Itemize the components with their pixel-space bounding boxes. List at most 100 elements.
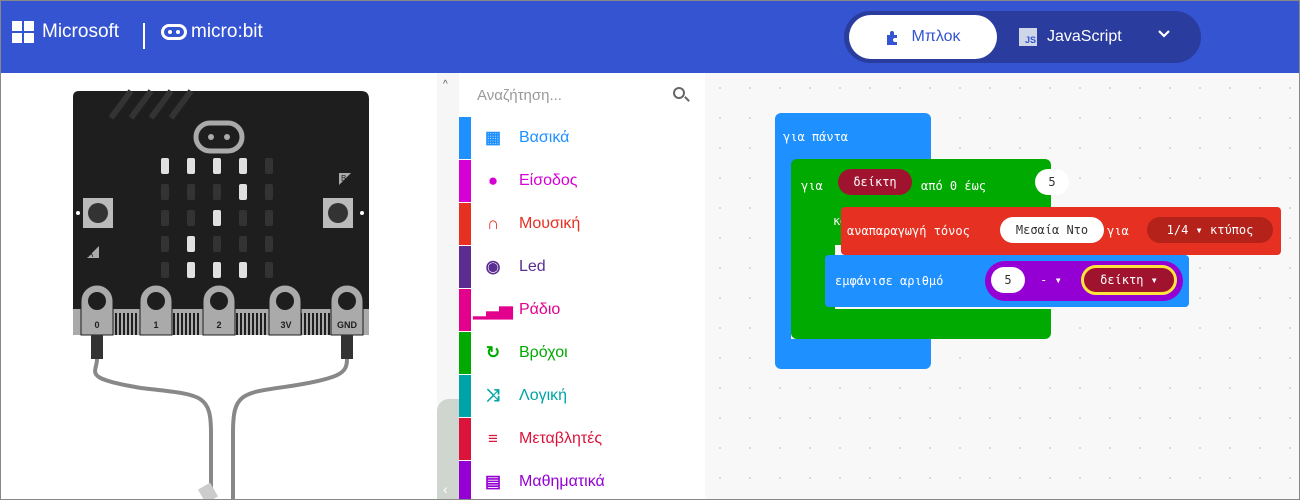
- category-5[interactable]: ↻ Βρόχοι: [459, 332, 705, 374]
- led-0-0: [161, 158, 169, 174]
- search-box[interactable]: Αναζήτηση...: [459, 73, 705, 117]
- forever-block-foot: [775, 339, 931, 369]
- category-color-bar: [459, 461, 471, 499]
- chevron-down-icon[interactable]: [1157, 27, 1171, 46]
- category-0[interactable]: ▦ Βασικά: [459, 117, 705, 159]
- category-color-bar: [459, 117, 471, 159]
- chevron-left-icon[interactable]: ‹: [443, 481, 448, 497]
- microsoft-label: Microsoft: [42, 21, 120, 42]
- category-3[interactable]: ◉ Led: [459, 246, 705, 288]
- led-1-4: [265, 184, 273, 200]
- led-0-4: [265, 158, 273, 174]
- loop-icon: ↻: [485, 343, 501, 362]
- microsoft-logo[interactable]: Microsoft: [12, 21, 119, 43]
- led-1-1: [187, 184, 195, 200]
- toolbox-scrollbar[interactable]: ^ ‹: [437, 73, 459, 499]
- category-color-bar: [459, 418, 471, 460]
- category-color-bar: [459, 332, 471, 374]
- for-loop-foot: [791, 309, 1051, 339]
- led-4-4: [265, 262, 273, 278]
- led-0-2: [213, 158, 221, 174]
- blocks-tab-button[interactable]: Μπλοκ: [849, 15, 997, 59]
- signal-icon: ▁▃▅: [473, 300, 513, 319]
- led-2-2: [213, 210, 221, 226]
- category-label: Βρόχοι: [519, 344, 568, 361]
- microbit-label: micro:bit: [191, 21, 263, 42]
- for-range-label: από 0 έως: [921, 179, 987, 193]
- blocks-workspace[interactable]: για πάντα για κάνε από 0 έως δείκτη 5 αν…: [705, 73, 1299, 499]
- pin-gnd-label: GND: [337, 320, 358, 330]
- category-label: Led: [519, 258, 546, 275]
- microbit-icon: [161, 24, 187, 40]
- javascript-tab-button[interactable]: JS JavaScript: [1019, 15, 1122, 59]
- for-keyword: για: [801, 179, 823, 193]
- for-beat-label: για: [1107, 224, 1129, 238]
- blocks-tab-label: Μπλοκ: [911, 28, 961, 45]
- led-2-1: [187, 210, 195, 226]
- led-3-2: [213, 236, 221, 252]
- alligator-clip-0[interactable]: [91, 335, 213, 500]
- led-4-2: [213, 262, 221, 278]
- editor-toggle: Μπλοκ JS JavaScript: [844, 11, 1201, 63]
- scroll-up-icon[interactable]: ^: [443, 79, 448, 90]
- led-3-3: [239, 236, 247, 252]
- variable-reporter-selected[interactable]: δείκτη ▾: [1081, 265, 1177, 295]
- category-label: Βασικά: [519, 129, 570, 146]
- category-label: Ράδιο: [519, 301, 561, 318]
- number-input[interactable]: 5: [991, 267, 1025, 293]
- category-7[interactable]: ≡ Μεταβλητές: [459, 418, 705, 460]
- beat-dropdown[interactable]: 1/4 ▾ κτύπος: [1147, 217, 1273, 243]
- alligator-clip-gnd[interactable]: [231, 335, 353, 500]
- category-label: Είσοδος: [519, 172, 578, 189]
- toggle-icon: ◉: [485, 257, 501, 276]
- search-input[interactable]: Αναζήτηση...: [477, 87, 562, 104]
- headphones-icon: ∩: [486, 214, 500, 233]
- category-4[interactable]: ▁▃▅ Ράδιο: [459, 289, 705, 331]
- loop-variable-pill[interactable]: δείκτη: [838, 169, 912, 195]
- header-divider: [143, 23, 145, 49]
- calculator-icon: ▤: [484, 472, 502, 491]
- category-label: Μεταβλητές: [519, 430, 603, 447]
- note-input[interactable]: Μεσαία Ντο: [1000, 217, 1104, 243]
- category-color-bar: [459, 289, 471, 331]
- led-3-4: [265, 236, 273, 252]
- microbit-logo[interactable]: micro:bit: [161, 21, 263, 43]
- led-4-1: [187, 262, 195, 278]
- category-2[interactable]: ∩ Μουσική: [459, 203, 705, 245]
- microbit-board[interactable]: A B 0 1 2 3V GND: [1, 73, 437, 500]
- pin-0-label: 0: [94, 320, 99, 330]
- category-8[interactable]: ▤ Μαθηματικά: [459, 461, 705, 499]
- led-2-4: [265, 210, 273, 226]
- pin-1-label: 1: [153, 320, 158, 330]
- led-2-0: [161, 210, 169, 226]
- search-icon[interactable]: [673, 87, 685, 99]
- list-icon: ≡: [488, 429, 498, 448]
- pin-2-label: 2: [216, 320, 221, 330]
- play-tone-label: αναπαραγωγή τόνος: [847, 224, 970, 238]
- pin-3v-label: 3V: [280, 320, 291, 330]
- category-color-bar: [459, 375, 471, 417]
- led-2-3: [239, 210, 247, 226]
- led-0-3: [239, 158, 247, 174]
- microsoft-grid-icon: [12, 21, 34, 43]
- button-b-label: B: [341, 174, 346, 183]
- forever-block-arm: [775, 175, 791, 353]
- loop-end-input[interactable]: 5: [1035, 169, 1069, 195]
- puzzle-icon: [887, 31, 898, 45]
- operator-dropdown[interactable]: - ▾: [1031, 267, 1071, 293]
- led-3-1: [187, 236, 195, 252]
- led-1-0: [161, 184, 169, 200]
- category-color-bar: [459, 160, 471, 202]
- category-6[interactable]: ⤨ Λογική: [459, 375, 705, 417]
- category-1[interactable]: ● Είσοδος: [459, 160, 705, 202]
- button-a-label: A: [88, 250, 94, 259]
- grid-icon: ▦: [484, 128, 502, 147]
- top-bar: Microsoft micro:bit Μπλοκ JS JavaScript: [1, 1, 1299, 73]
- category-color-bar: [459, 246, 471, 288]
- scrollbar-thumb[interactable]: ‹: [437, 399, 459, 499]
- category-label: Μαθηματικά: [519, 473, 605, 490]
- javascript-tab-label: JavaScript: [1047, 28, 1122, 45]
- makecode-editor: Microsoft micro:bit Μπλοκ JS JavaScript: [0, 0, 1300, 500]
- category-color-bar: [459, 203, 471, 245]
- javascript-icon: JS: [1019, 28, 1037, 46]
